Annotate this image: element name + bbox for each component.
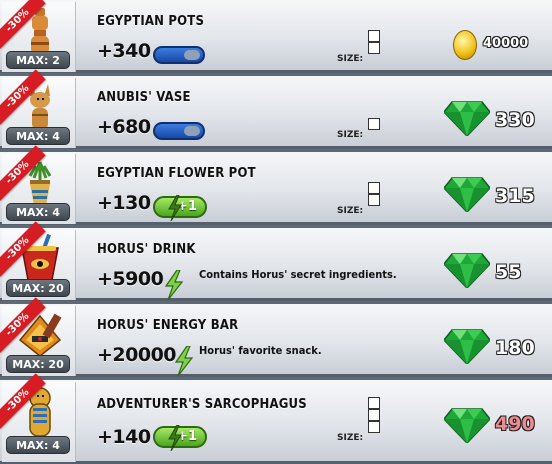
item-price[interactable]: 180 [495, 337, 535, 359]
size-label: SIZE: [337, 130, 364, 140]
item-stat: +130 [97, 192, 151, 214]
item-price[interactable]: 490 [495, 413, 535, 435]
max-quantity-badge: MAX: 20 [6, 355, 70, 373]
blue-bar-indicator [153, 46, 205, 64]
max-quantity-badge: MAX: 20 [6, 279, 70, 297]
size-indicator [368, 182, 380, 206]
size-label: SIZE: [337, 206, 364, 216]
max-quantity-badge: MAX: 2 [6, 51, 70, 69]
shop-item-row[interactable]: -30% MAX: 20 HORUS' ENERGY BAR +20000 Ho… [0, 297, 552, 377]
item-price[interactable]: 55 [495, 261, 521, 283]
lightning-bolt-icon [168, 195, 182, 221]
item-name: EGYPTIAN POTS [97, 14, 205, 29]
item-name: HORUS' DRINK [97, 242, 196, 257]
lightning-bolt-icon [168, 425, 182, 451]
size-indicator [368, 118, 380, 130]
max-quantity-badge: MAX: 4 [6, 203, 70, 221]
size-label: SIZE: [337, 54, 364, 64]
item-name: HORUS' ENERGY BAR [97, 318, 239, 333]
gem-icon [444, 329, 490, 364]
item-price[interactable]: 315 [495, 185, 535, 207]
item-stat: +5900 [97, 268, 164, 290]
gem-icon [444, 177, 490, 212]
item-thumbnail: -30% MAX: 20 [0, 221, 76, 300]
size-indicator [368, 30, 380, 54]
shop-item-row[interactable]: -30% MAX: 4 ADVENTURER'S SARCOPHAGUS +14… [0, 373, 552, 464]
max-quantity-badge: MAX: 4 [6, 127, 70, 145]
item-stat: +680 [97, 116, 151, 138]
item-price[interactable]: 330 [495, 109, 535, 131]
item-description: Horus' favorite snack. [199, 344, 322, 357]
coin-icon [453, 30, 477, 60]
lightning-bolt-icon [174, 346, 194, 376]
item-stat: +140 [97, 426, 151, 448]
item-price[interactable]: 40000 [483, 36, 528, 51]
shop-item-row[interactable]: -30% MAX: 20 HORUS' DRINK +5900 Contains… [0, 221, 552, 301]
item-name: ADVENTURER'S SARCOPHAGUS [97, 397, 307, 412]
energy-badge: +1 [153, 425, 207, 451]
item-thumbnail: -30% MAX: 4 [0, 69, 76, 148]
item-thumbnail: -30% MAX: 4 [0, 145, 76, 224]
item-name: ANUBIS' VASE [97, 90, 191, 105]
shop-item-row[interactable]: -30% MAX: 2 EGYPTIAN POTS +340 SIZE: 400… [0, 0, 552, 73]
item-stat: +20000 [97, 344, 177, 366]
gem-icon [444, 253, 490, 288]
gem-icon [444, 408, 490, 443]
max-quantity-badge: MAX: 4 [6, 436, 70, 454]
item-stat: +340 [97, 40, 151, 62]
shop-item-list: -30% MAX: 2 EGYPTIAN POTS +340 SIZE: 400… [0, 0, 552, 464]
gem-icon [444, 101, 490, 136]
lightning-bolt-icon [164, 270, 184, 300]
energy-badge: +1 [153, 195, 207, 221]
item-description: Contains Horus' secret ingredients. [199, 268, 397, 281]
size-indicator [368, 397, 380, 433]
item-thumbnail: -30% MAX: 2 [0, 0, 76, 72]
item-thumbnail: -30% MAX: 20 [0, 297, 76, 376]
shop-item-row[interactable]: -30% MAX: 4 EGYPTIAN FLOWER POT +130 +1 … [0, 145, 552, 225]
blue-bar-indicator [153, 122, 205, 140]
item-thumbnail: -30% MAX: 4 [0, 373, 76, 462]
item-name: EGYPTIAN FLOWER POT [97, 166, 256, 181]
shop-item-row[interactable]: -30% MAX: 4 ANUBIS' VASE +680 SIZE: 330 [0, 69, 552, 149]
size-label: SIZE: [337, 433, 364, 443]
